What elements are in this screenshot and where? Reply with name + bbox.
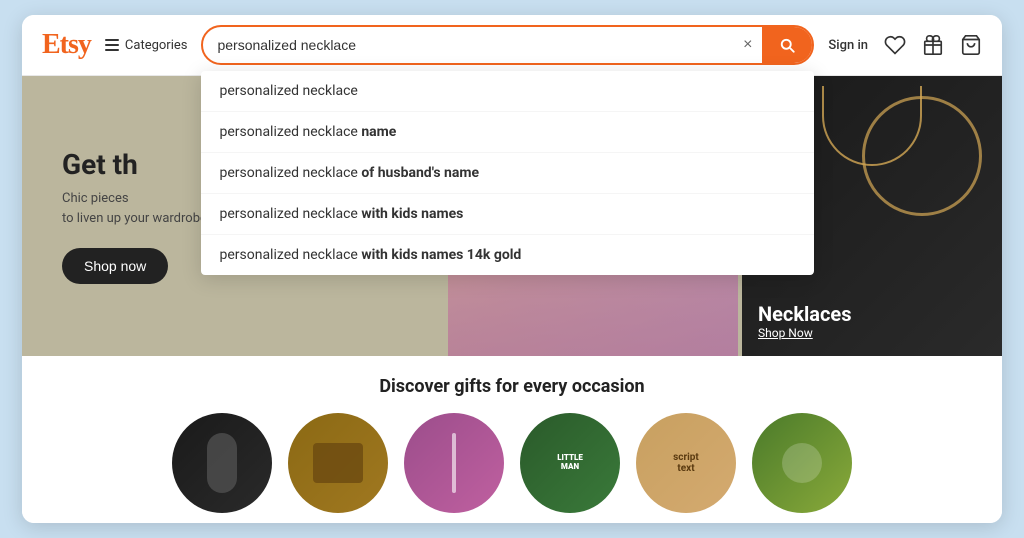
- search-icon: [778, 36, 796, 54]
- gift-circle-3[interactable]: [404, 413, 504, 513]
- etsy-logo[interactable]: Etsy: [42, 29, 91, 61]
- gift-circle-2[interactable]: [288, 413, 388, 513]
- gift-circle-5[interactable]: scripttext: [636, 413, 736, 513]
- suggestion-prefix-2: personalized necklace: [219, 124, 361, 140]
- suggestion-item-5[interactable]: personalized necklace with kids names 14…: [201, 235, 814, 275]
- suggestion-text-1: personalized necklace: [219, 83, 357, 99]
- search-input[interactable]: [203, 28, 733, 62]
- gift-circle-1[interactable]: [172, 413, 272, 513]
- suggestion-item-1[interactable]: personalized necklace: [201, 71, 814, 112]
- search-input-wrapper: ×: [201, 25, 814, 65]
- shop-now-button[interactable]: Shop now: [62, 248, 168, 284]
- suggestion-bold-5: with kids names 14k gold: [361, 247, 521, 263]
- gift-circle-6[interactable]: [752, 413, 852, 513]
- necklaces-title: Necklaces: [758, 302, 852, 326]
- nav-actions: Sign in: [828, 34, 982, 56]
- search-button[interactable]: [762, 27, 812, 63]
- cart-icon[interactable]: [960, 34, 982, 56]
- hero-title: Get th: [62, 148, 207, 182]
- suggestion-prefix-3: personalized necklace: [219, 165, 361, 181]
- suggestion-item-4[interactable]: personalized necklace with kids names: [201, 194, 814, 235]
- necklaces-shop-now[interactable]: Shop Now: [758, 326, 852, 340]
- search-container: × personalized necklace personalized nec…: [201, 25, 814, 65]
- categories-label: Categories: [125, 38, 188, 53]
- gift-circles: LITTLEMAN scripttext: [42, 413, 982, 513]
- suggestion-bold-3: of husband's name: [361, 165, 479, 181]
- favorites-icon[interactable]: [884, 34, 906, 56]
- discover-title: Discover gifts for every occasion: [42, 376, 982, 397]
- search-dropdown: personalized necklace personalized neckl…: [201, 71, 814, 275]
- sign-in-button[interactable]: Sign in: [828, 38, 868, 53]
- clear-search-button[interactable]: ×: [733, 36, 762, 54]
- gift-circle-little-man[interactable]: LITTLEMAN: [520, 413, 620, 513]
- navbar: Etsy Categories ×: [22, 15, 1002, 76]
- browser-window: Etsy Categories ×: [22, 15, 1002, 523]
- suggestion-prefix-5: personalized necklace: [219, 247, 361, 263]
- gift-icon[interactable]: [922, 34, 944, 56]
- suggestion-bold-2: name: [361, 124, 396, 140]
- clear-icon: ×: [743, 36, 752, 54]
- categories-button[interactable]: Categories: [105, 38, 188, 53]
- hero-subtitle: Chic piecesto liven up your wardrobe: [62, 189, 207, 228]
- discover-section: Discover gifts for every occasion: [22, 356, 1002, 523]
- necklaces-label: Necklaces Shop Now: [758, 302, 852, 340]
- little-man-text: LITTLEMAN: [520, 413, 620, 513]
- hamburger-icon: [105, 39, 119, 51]
- suggestion-item-3[interactable]: personalized necklace of husband's name: [201, 153, 814, 194]
- suggestion-item-2[interactable]: personalized necklace name: [201, 112, 814, 153]
- suggestion-bold-4: with kids names: [361, 206, 463, 222]
- suggestion-prefix-4: personalized necklace: [219, 206, 361, 222]
